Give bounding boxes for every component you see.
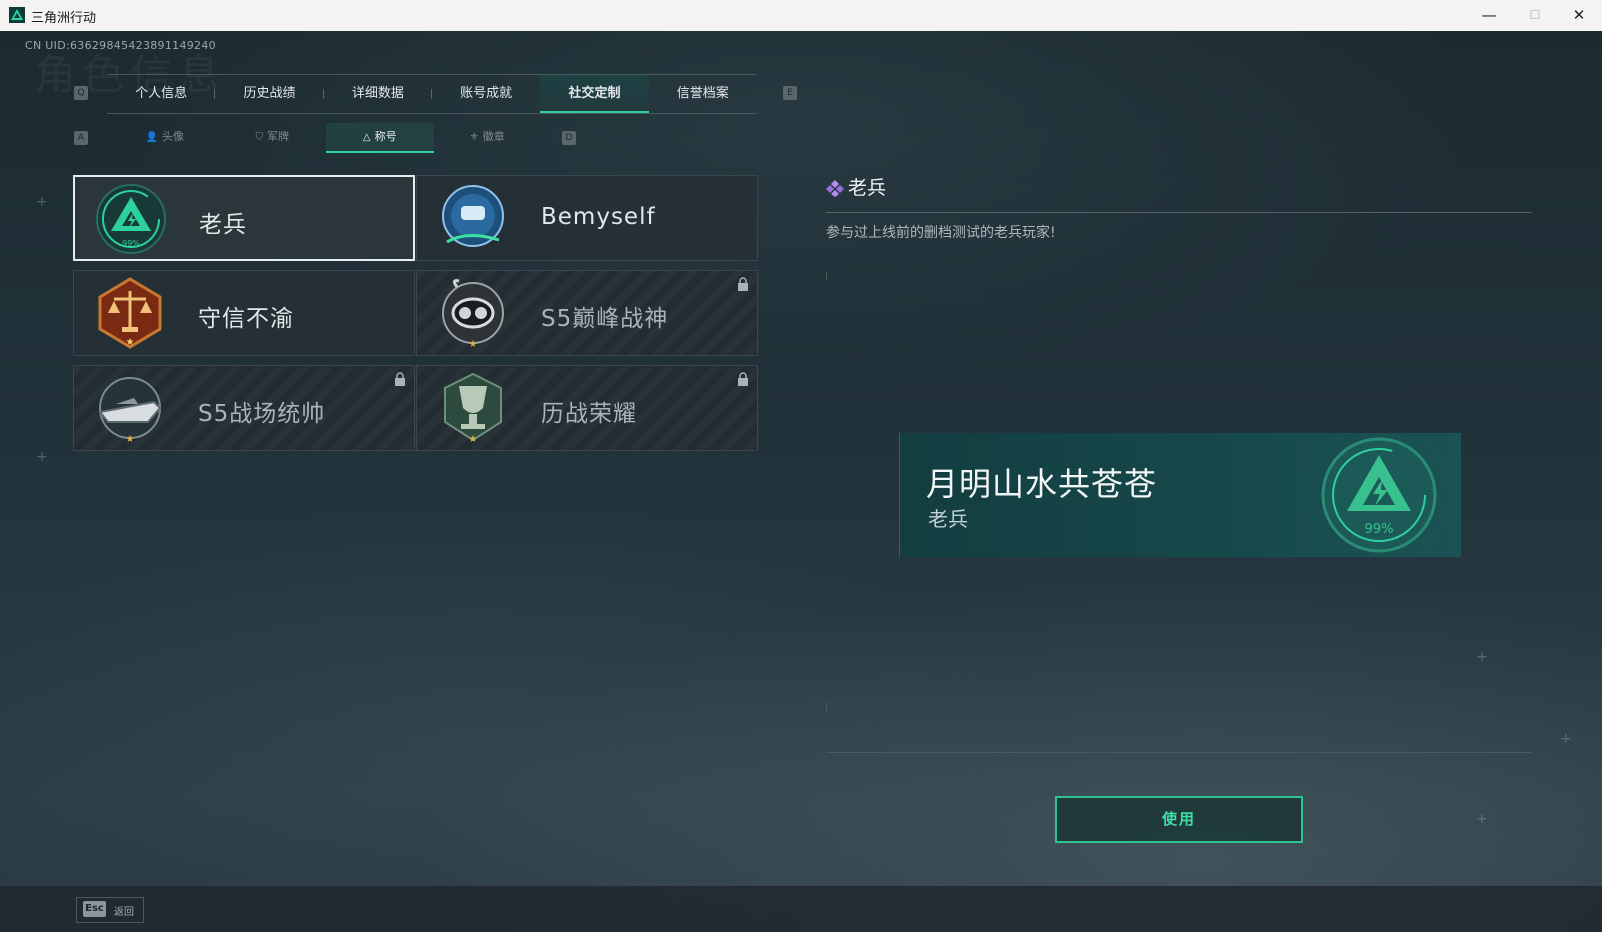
detail-description: 参与过上线前的删档测试的老兵玩家! [826,225,1056,241]
lock-icon [738,277,748,291]
svg-text:★: ★ [469,434,478,444]
title-card-veteran[interactable]: 99% 老兵 [73,175,415,261]
use-title-button[interactable]: 使用 [1055,796,1303,843]
decor-plus-icon: + [1476,811,1488,827]
next-tab-key[interactable]: E [783,86,797,100]
svg-text:★: ★ [126,434,135,444]
minimize-button[interactable]: — [1466,0,1512,31]
window-titlebar: 三角洲行动 — ☐ ✕ [0,0,1602,32]
title-card-honest[interactable]: ★ 守信不渝 [73,270,415,356]
prev-tab-key[interactable]: Q [74,86,88,100]
title-label: 老兵 [199,212,247,238]
tab-label: 社交定制 [568,86,621,101]
back-label: 返回 [114,907,134,918]
triangle-icon: △ [362,132,371,143]
next-subtab-key[interactable]: D [562,131,576,145]
game-viewport: 角色信息 CN UID:6362984542389114924​0 + + + … [0,31,1602,932]
decor-plus-icon: + [36,449,48,465]
subtab-label: 称号 [374,130,397,143]
tab-achievements[interactable]: 账号成就 [432,75,540,113]
banner-subtitle: 老兵 [928,507,968,531]
banner-title: 月明山水共苍苍 [926,465,1158,503]
badge-icon: ⚜ [469,132,479,143]
maximize-button[interactable]: ☐ [1512,0,1558,31]
tab-detailed-data[interactable]: 详细数据 [324,75,432,113]
app-logo-icon [9,7,25,23]
decor-plus-icon: + [1476,649,1488,665]
footer-bar: Esc 返回 [0,886,1602,932]
dogtag-icon: ⛉ [255,132,264,143]
detail-title-name: 老兵 [848,177,887,199]
decor-plus-icon: + [1560,731,1572,747]
boat-emblem-icon: ★ [98,377,162,444]
subtab-label: 头像 [161,130,184,143]
uid-label: CN UID:6362984542389114924​0 [25,39,216,52]
main-tabs: 个人信息 历史战绩 详细数据 账号成就 社交定制 信誉档案 [107,74,757,114]
title-label: Bemyself [541,204,656,230]
tab-label: 账号成就 [460,86,513,101]
title-card-battle-glory[interactable]: ★ 历战荣耀 [416,365,758,451]
tab-label: 历史战绩 [243,86,296,101]
window-title: 三角洲行动 [31,11,97,26]
title-card-s5-commander[interactable]: ★ S5战场统帅 [73,365,415,451]
title-label: 守信不渝 [198,306,294,332]
tab-label: 个人信息 [135,86,188,101]
close-button[interactable]: ✕ [1556,0,1602,31]
tab-label: 信誉档案 [676,86,729,101]
subtab-label: 军牌 [267,130,289,143]
svg-text:★: ★ [469,339,478,349]
bemyself-emblem-icon [442,185,504,247]
esc-key: Esc [83,901,106,917]
detail-divider [826,212,1532,213]
title-banner-preview: 月明山水共苍苍 老兵 99% [899,433,1461,557]
banner-emblem-percent: 99% [1365,522,1394,537]
title-label: 历战荣耀 [541,401,637,427]
detail-frame-bottom [826,752,1532,753]
tab-personal-info[interactable]: 个人信息 [107,75,216,113]
title-label: S5巅峰战神 [541,306,669,332]
subtab-badge[interactable]: ⚜ 徽章 [434,123,542,153]
emblem-percent: 99% [122,239,140,248]
back-button[interactable]: Esc 返回 [76,897,144,923]
svg-text:★: ★ [126,337,135,348]
title-card-bemyself[interactable]: Bemyself [416,175,758,261]
diamond-rarity-icon [826,180,844,197]
lock-icon [738,372,748,386]
veteran-emblem-icon: 99% [1308,433,1450,557]
tab-credit-record[interactable]: 信誉档案 [649,75,757,113]
subtab-title[interactable]: △ 称号 [326,123,434,153]
sub-tabs: 👤 头像 ⛉ 军牌 △ 称号 ⚜ 徽章 [111,123,541,153]
detail-frame-corner [826,702,827,712]
lock-icon [395,372,405,386]
trophy-emblem-icon: ★ [444,372,502,444]
veteran-emblem-icon: 99% [96,184,166,254]
tab-social-custom[interactable]: 社交定制 [540,75,649,113]
detail-frame-corner [826,271,827,281]
decor-plus-icon: + [36,194,48,210]
subtab-dogtag[interactable]: ⛉ 军牌 [219,123,327,153]
subtab-label: 徽章 [482,130,505,143]
tab-label: 详细数据 [351,86,404,101]
title-card-s5-peak[interactable]: ★ S5巅峰战神 [416,270,758,356]
subtab-avatar[interactable]: 👤 头像 [111,123,219,153]
diver-emblem-icon: ★ [442,279,504,349]
tab-match-history[interactable]: 历史战绩 [215,75,324,113]
title-label: S5战场统帅 [198,401,326,427]
person-icon: 👤 [145,132,158,143]
scales-emblem-icon: ★ [98,277,162,349]
prev-subtab-key[interactable]: A [74,131,88,145]
